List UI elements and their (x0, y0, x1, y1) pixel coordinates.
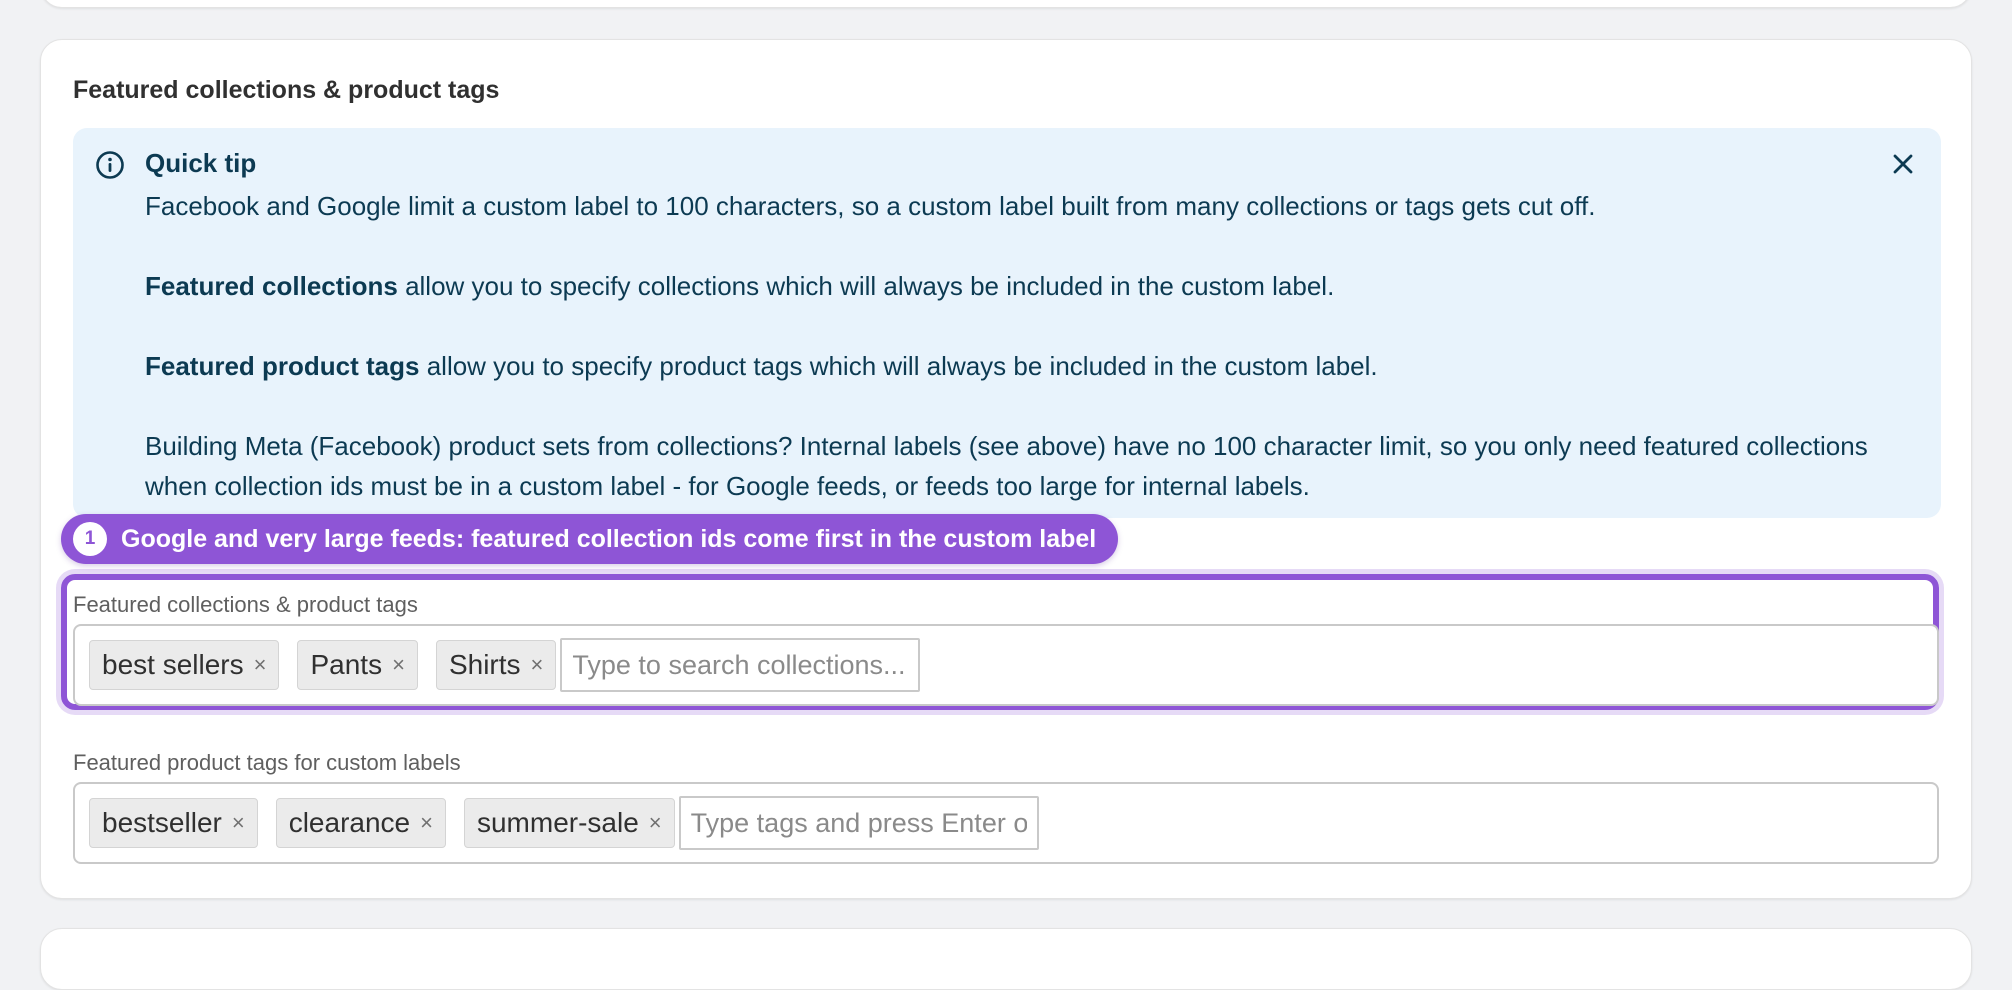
tag-label: Shirts (448, 649, 521, 680)
product-tags-input[interactable]: bestseller × clearance × summer-sale × (73, 782, 1939, 864)
remove-tag-icon[interactable]: × (420, 810, 433, 836)
remove-tag-icon[interactable]: × (392, 652, 405, 678)
annotation-pill: 1 Google and very large feeds: featured … (61, 514, 1119, 564)
banner-title: Quick tip (145, 148, 257, 178)
remove-tag-icon[interactable]: × (531, 652, 544, 678)
featured-collections-term: Featured collections (145, 271, 398, 301)
tag-chip: best sellers × (89, 640, 280, 690)
collections-tag-input[interactable]: best sellers × Pants × Shirts × (73, 624, 1939, 706)
featured-tags-term: Featured product tags (145, 351, 420, 381)
annotation-text: Google and very large feeds: featured co… (121, 524, 1097, 553)
previous-card (40, 0, 1972, 8)
collections-search-input[interactable] (560, 638, 921, 692)
tag-chip: clearance × (275, 798, 446, 848)
tag-chip: Pants × (297, 640, 418, 690)
quick-tip-banner: Quick tip Facebook and Google limit a cu… (73, 128, 1941, 518)
tag-label: clearance (288, 807, 411, 838)
banner-body: Facebook and Google limit a custom label… (145, 186, 1915, 506)
tags-entry-input[interactable] (678, 796, 1039, 850)
tags-field-label: Featured product tags for custom labels (73, 750, 461, 775)
featured-collections-desc: allow you to specify collections which w… (397, 271, 1335, 301)
banner-line-limit: Facebook and Google limit a custom label… (145, 191, 1596, 221)
tag-chip: bestseller × (89, 798, 258, 848)
info-icon (95, 150, 125, 180)
tag-label: summer-sale (476, 807, 639, 838)
annotation-number: 1 (73, 522, 107, 556)
tag-chip: Shirts × (435, 640, 557, 690)
featured-tags-desc: allow you to specify product tags which … (419, 351, 1378, 381)
section-title: Featured collections & product tags (73, 76, 500, 104)
banner-line-meta: Building Meta (Facebook) product sets fr… (145, 431, 1868, 501)
collections-field-label: Featured collections & product tags (73, 592, 418, 617)
featured-settings-card: Featured collections & product tags Quic… (40, 39, 1972, 899)
remove-tag-icon[interactable]: × (254, 652, 267, 678)
tag-label: bestseller (102, 807, 222, 838)
next-card (40, 928, 1972, 990)
banner-line-collections: Featured collections allow you to specif… (145, 266, 1915, 306)
banner-line-tags: Featured product tags allow you to speci… (145, 346, 1915, 386)
tag-label: Pants (310, 649, 383, 680)
tag-chip: summer-sale × (463, 798, 675, 848)
remove-tag-icon[interactable]: × (649, 810, 662, 836)
tag-label: best sellers (102, 649, 244, 680)
close-icon[interactable] (1885, 146, 1921, 182)
remove-tag-icon[interactable]: × (232, 810, 245, 836)
